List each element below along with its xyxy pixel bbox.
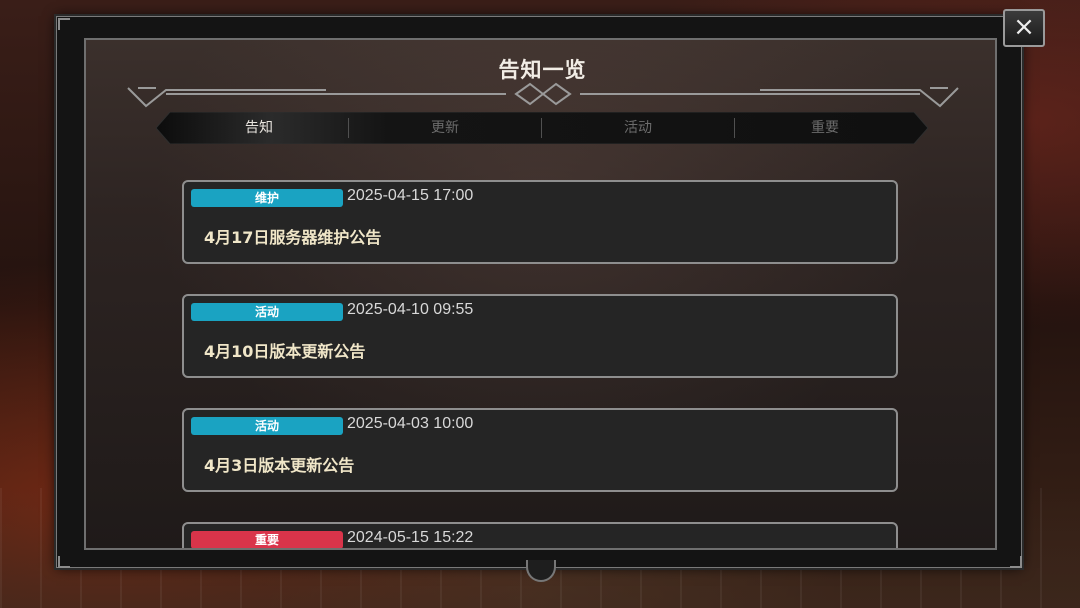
- notice-title: 4月3日版本更新公告: [204, 456, 355, 475]
- tab-important[interactable]: 重要: [735, 112, 915, 144]
- notice-card[interactable]: 维护 2025-04-15 17:00 4月17日服务器维护公告: [182, 180, 898, 264]
- title-ornament: [127, 82, 959, 108]
- notice-date: 2024-05-15 15:22: [347, 529, 474, 546]
- category-badge: 维护: [191, 189, 343, 207]
- notice-dialog: 告知一览 告知 更新 活动 重要 维护 2025-04-15 17:00 4月1…: [84, 38, 997, 550]
- notice-date: 2025-04-03 10:00: [347, 415, 474, 432]
- notice-date: 2025-04-15 17:00: [347, 187, 474, 204]
- tab-update[interactable]: 更新: [349, 112, 541, 144]
- notice-date: 2025-04-10 09:55: [347, 301, 474, 318]
- dialog-title: 告知一览: [498, 58, 587, 82]
- notice-card[interactable]: 活动 2025-04-10 09:55 4月10日版本更新公告: [182, 294, 898, 378]
- frame-corner-ornament: [58, 18, 70, 30]
- category-badge: 活动: [191, 303, 343, 321]
- close-icon: ×: [1013, 12, 1035, 42]
- close-button[interactable]: ×: [1003, 9, 1045, 47]
- tab-notice[interactable]: 告知: [170, 112, 348, 144]
- notice-title: 4月10日版本更新公告: [204, 342, 366, 361]
- tab-event[interactable]: 活动: [542, 112, 734, 144]
- notice-title: 4月17日服务器维护公告: [204, 228, 382, 247]
- category-badge: 活动: [191, 417, 343, 435]
- frame-corner-ornament: [58, 556, 70, 568]
- tab-bar: 告知 更新 活动 重要: [156, 112, 928, 144]
- notice-card[interactable]: 重要 2024-05-15 15:22: [182, 522, 898, 548]
- category-badge: 重要: [191, 531, 343, 548]
- frame-corner-ornament: [1010, 556, 1022, 568]
- notice-card[interactable]: 活动 2025-04-03 10:00 4月3日版本更新公告: [182, 408, 898, 492]
